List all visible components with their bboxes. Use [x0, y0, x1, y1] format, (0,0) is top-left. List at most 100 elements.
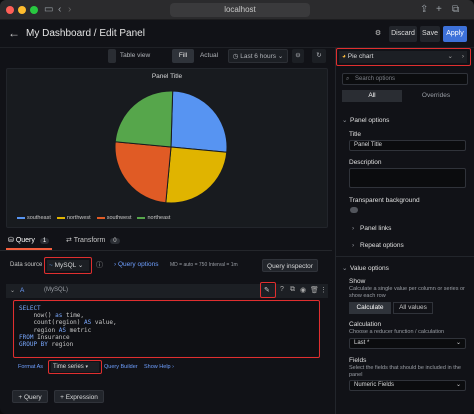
- tabs-overview-icon[interactable]: ⧉: [452, 3, 459, 17]
- format-as-label: Format As: [18, 364, 44, 370]
- format-value: Time series: [53, 364, 84, 370]
- sql-line: region AS metric: [19, 326, 92, 334]
- tab-query-label: Query: [15, 237, 35, 244]
- value-options-label: Value options: [350, 265, 389, 272]
- search-placeholder: Search options: [355, 76, 396, 82]
- legend-item-northwest[interactable]: northwest: [56, 215, 91, 221]
- show-help-link[interactable]: Show Help ›: [144, 364, 174, 370]
- query-builder-link[interactable]: Query Builder: [104, 364, 138, 370]
- time-range-picker[interactable]: ◷ Last 6 hours ⌄: [228, 49, 288, 63]
- sql-line: count(region) AS value,: [19, 319, 117, 327]
- refresh-icon[interactable]: ↻: [312, 49, 326, 63]
- description-textarea[interactable]: [349, 168, 466, 188]
- save-button[interactable]: Save: [420, 26, 440, 42]
- tab-all[interactable]: All: [342, 90, 402, 102]
- help-icon[interactable]: ⓘ: [96, 260, 103, 270]
- legend-item-northeast[interactable]: northeast: [137, 215, 170, 221]
- eye-icon[interactable]: ◉: [300, 286, 306, 294]
- new-tab-icon[interactable]: +: [436, 3, 442, 17]
- calculation-description: Choose a reducer function / calculation: [349, 329, 445, 335]
- chevron-down-icon: ⌄: [455, 382, 461, 388]
- url-bar[interactable]: localhost: [170, 3, 310, 17]
- pie-slice-northeast[interactable]: [114, 90, 174, 148]
- query-options-label: Query options: [117, 261, 159, 268]
- sql-line: SELECT: [19, 305, 41, 312]
- pie-slice-southeast[interactable]: [170, 90, 228, 153]
- search-options-input[interactable]: ⌕ Search options: [342, 73, 468, 85]
- close-window-icon[interactable]: [6, 6, 14, 14]
- pie-slice-northwest[interactable]: [165, 146, 228, 204]
- datasource-row: Data source ~ MySQL ⌄ ⓘ › Query options …: [0, 255, 332, 277]
- chevron-down-icon: ⌄: [342, 117, 348, 124]
- fill-button[interactable]: Fill: [172, 49, 194, 63]
- visualization-picker[interactable]: ◕ Pie chart ⌄ ›: [339, 51, 467, 63]
- query-options-toggle[interactable]: › Query options: [114, 261, 158, 268]
- calculation-select[interactable]: Last * ⌄: [349, 338, 466, 349]
- pie-chart-icon: ◕: [342, 53, 346, 60]
- sql-line: FROM Insurance: [19, 333, 70, 341]
- share-icon[interactable]: ⇪: [420, 3, 428, 17]
- apply-button[interactable]: Apply: [443, 26, 467, 42]
- calculation-label: Calculation: [349, 321, 382, 328]
- active-tab-indicator: [6, 248, 52, 250]
- maximize-window-icon[interactable]: [30, 6, 38, 14]
- transparent-toggle[interactable]: [350, 207, 358, 213]
- chevron-down-icon: ⌄: [447, 53, 453, 60]
- forward-nav-icon[interactable]: ›: [68, 3, 71, 17]
- query-row-header: ⌄ A (MySQL) ✎ ? ⧉ ◉ 🗑 ⋮: [6, 282, 328, 298]
- calculate-option[interactable]: Calculate: [349, 302, 391, 314]
- panel-toolbar: Table view Fill Actual ◷ Last 6 hours ⌄ …: [0, 48, 332, 66]
- fields-select[interactable]: Numeric Fields ⌄: [349, 380, 466, 391]
- panel-links-label: Panel links: [360, 225, 392, 232]
- discard-button[interactable]: Discard: [389, 26, 417, 42]
- tab-transform[interactable]: ⇄ Transform 0: [66, 236, 120, 244]
- sql-line: GROUP BY region: [19, 341, 74, 349]
- back-arrow-icon[interactable]: ←: [8, 26, 20, 40]
- pie-slice-southwest[interactable]: [114, 141, 172, 204]
- help-circle-icon[interactable]: ?: [280, 286, 284, 293]
- legend-label: southwest: [106, 215, 132, 221]
- zoom-out-icon[interactable]: ⊖: [292, 49, 304, 63]
- plus-icon: +: [60, 394, 64, 401]
- panel-links-section[interactable]: › Panel links: [352, 225, 391, 232]
- value-options-section[interactable]: ⌄ Value options: [342, 264, 389, 272]
- sql-editor[interactable]: SELECT now() as time, count(region) AS v…: [15, 302, 318, 356]
- legend-label: northeast: [147, 215, 171, 221]
- legend-swatch: [137, 216, 146, 219]
- tab-overrides[interactable]: Overrides: [404, 90, 468, 102]
- table-view-label: Table view: [119, 52, 151, 59]
- legend-item-southwest[interactable]: southwest: [96, 215, 132, 221]
- add-query-button[interactable]: + Query: [12, 390, 48, 403]
- back-nav-icon[interactable]: ‹: [58, 3, 61, 17]
- legend-item-southeast[interactable]: southeast: [17, 215, 51, 221]
- transparent-label: Transparent background: [349, 197, 420, 204]
- query-ref-id[interactable]: A: [20, 287, 24, 294]
- chevron-down-icon: ⌄: [342, 265, 348, 272]
- app-header: ← My Dashboard / Edit Panel ⚙ Discard Sa…: [0, 20, 474, 48]
- format-select[interactable]: Time series ▾: [51, 362, 99, 372]
- actual-button[interactable]: Actual: [196, 49, 222, 63]
- add-expression-button[interactable]: + Expression: [54, 390, 104, 403]
- settings-gear-icon[interactable]: ⚙: [370, 26, 386, 42]
- fields-value: Numeric Fields: [354, 382, 395, 388]
- table-view-toggle[interactable]: [108, 49, 116, 63]
- query-inspector-button[interactable]: Query inspector: [262, 259, 318, 272]
- chevron-down-icon: ⌄: [277, 53, 284, 60]
- description-label: Description: [349, 159, 382, 166]
- tab-query[interactable]: ⛁ Query 1: [8, 236, 50, 244]
- title-label: Title: [349, 131, 362, 138]
- repeat-options-section[interactable]: › Repeat options: [352, 242, 404, 249]
- minimize-window-icon[interactable]: [18, 6, 26, 14]
- collapse-chevron-icon[interactable]: ⌄: [10, 287, 15, 294]
- query-footer: Format As Time series ▾ Query Builder Sh…: [6, 360, 328, 374]
- all-values-option[interactable]: All values: [393, 302, 433, 314]
- drag-handle-icon[interactable]: ⋮: [320, 286, 327, 294]
- duplicate-icon[interactable]: ⧉: [290, 286, 295, 294]
- sidebar-toggle-icon[interactable]: ▭: [44, 3, 53, 17]
- pencil-edit-icon[interactable]: ✎: [264, 286, 270, 294]
- query-tabs: ⛁ Query 1 ⇄ Transform 0: [0, 233, 332, 251]
- panel-options-section[interactable]: ⌄ Panel options: [342, 116, 389, 124]
- datasource-picker[interactable]: ~ MySQL ⌄: [47, 260, 89, 271]
- title-input[interactable]: Panel Title: [349, 140, 466, 151]
- trash-icon[interactable]: 🗑: [310, 286, 319, 294]
